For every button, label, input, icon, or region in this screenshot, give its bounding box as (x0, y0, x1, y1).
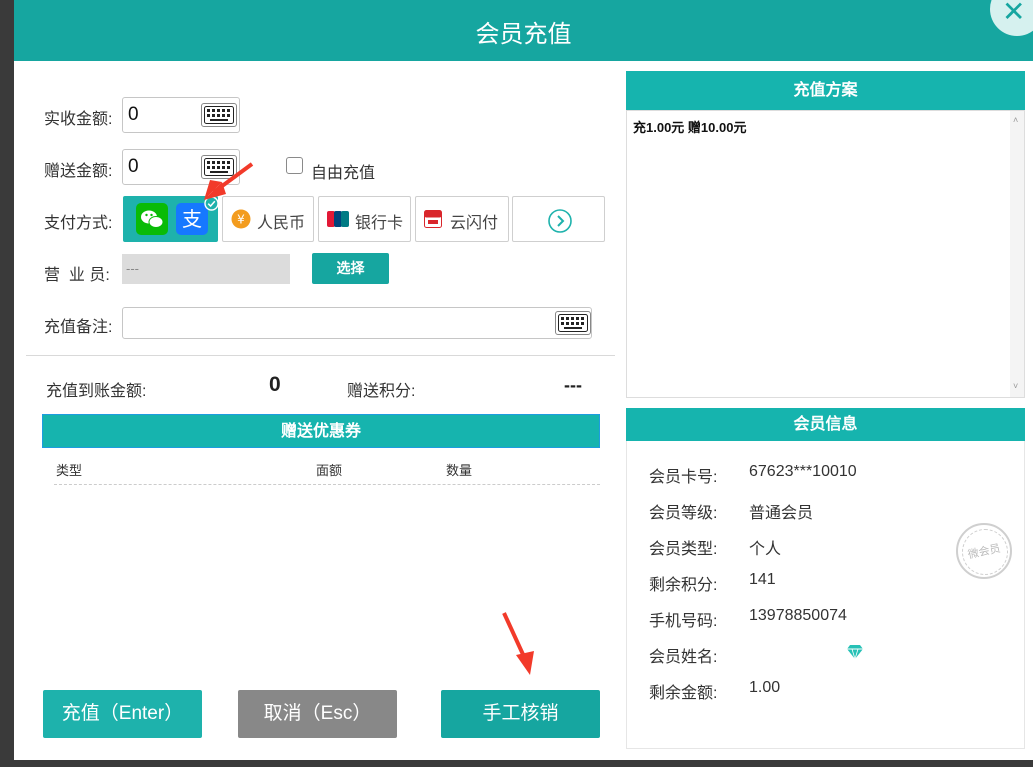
cancel-button[interactable]: 取消（Esc） (238, 690, 397, 738)
manual-writeoff-button[interactable]: 手工核销 (441, 690, 600, 738)
select-clerk-button[interactable]: 选择 (312, 253, 389, 284)
keyboard-icon[interactable] (201, 103, 237, 127)
free-recharge-checkbox[interactable] (286, 157, 303, 174)
scroll-up-icon[interactable]: ˄ (1013, 115, 1018, 125)
gift-amount-label: 赠送金额: (44, 163, 113, 180)
member-value: 141 (749, 571, 776, 588)
balance-value: 0 (269, 373, 281, 396)
plan-header: 充值方案 (626, 71, 1025, 110)
svg-text:¥: ¥ (237, 213, 245, 227)
title-bar: 会员充值 ✕ (14, 0, 1033, 61)
coupon-col-amount: 面额 (316, 463, 343, 478)
remark-input[interactable] (122, 307, 592, 339)
plan-scrollbar[interactable]: ˄ ˅ (1010, 111, 1024, 397)
member-value: 普通会员 (749, 505, 814, 522)
actual-amount-value: 0 (128, 104, 139, 125)
keyboard-icon[interactable] (555, 311, 591, 335)
wechat-icon (136, 203, 168, 235)
actual-amount-label: 实收金额: (44, 111, 113, 128)
remark-label: 充值备注: (44, 319, 113, 336)
quickpass-icon (424, 210, 442, 228)
annotation-arrow-icon (502, 612, 534, 675)
pay-method-quickpass[interactable]: 云闪付 (415, 196, 509, 242)
clerk-label-text: 营 业 员: (44, 267, 110, 284)
free-recharge-label: 自由充值 (311, 165, 376, 182)
member-key: 会员卡号: (649, 469, 718, 486)
gift-amount-value: 0 (128, 156, 139, 177)
pay-method-quickpass-label: 云闪付 (450, 215, 499, 232)
diamond-icon (847, 645, 863, 659)
member-key: 手机号码: (649, 613, 718, 630)
clerk-value: --- (126, 261, 139, 276)
clerk-label: 营 业 员: (44, 261, 110, 285)
coupon-table-divider (54, 484, 600, 485)
recharge-button[interactable]: 充值（Enter） (43, 690, 202, 738)
member-stamp: 微会员 (956, 523, 1012, 579)
member-value: 13978850074 (749, 607, 847, 624)
member-value: 67623***10010 (749, 463, 857, 480)
chevron-right-icon (548, 209, 572, 233)
points-value: --- (564, 375, 582, 395)
pay-method-bankcard[interactable]: 银行卡 (318, 196, 411, 242)
recharge-dialog: 会员充值 ✕ 实收金额: 0 赠送金额: 0 自由充值 支付方式: 支 ¥ 人民… (14, 0, 1033, 760)
dialog-title: 会员充值 (475, 21, 572, 48)
points-label: 赠送积分: (347, 383, 416, 400)
member-key: 会员姓名: (649, 649, 718, 666)
pay-method-label: 支付方式: (44, 215, 113, 232)
member-key: 会员等级: (649, 505, 718, 522)
svg-text:支: 支 (182, 207, 202, 231)
member-value: 1.00 (749, 679, 781, 696)
member-info-panel: 会员卡号: 67623***10010 会员等级: 普通会员 会员类型: 个人 … (626, 441, 1025, 749)
coupon-header: 赠送优惠券 (42, 414, 600, 448)
member-key: 会员类型: (649, 541, 718, 558)
pay-method-more-button[interactable] (512, 196, 605, 242)
member-value: 个人 (749, 541, 782, 558)
coupon-col-quantity: 数量 (446, 463, 473, 478)
member-key: 剩余金额: (649, 685, 718, 702)
member-header: 会员信息 (626, 408, 1025, 441)
close-icon: ✕ (1002, 0, 1026, 27)
clerk-field: --- (122, 254, 290, 284)
plan-item[interactable]: 充1.00元 赠10.00元 (633, 117, 746, 136)
pay-method-cash-label: 人民币 (257, 215, 306, 232)
pay-method-bankcard-label: 银行卡 (355, 215, 404, 232)
rmb-icon: ¥ (231, 209, 251, 229)
unionpay-icon (327, 211, 349, 227)
plan-list: 充1.00元 赠10.00元 ˄ ˅ (626, 110, 1025, 398)
member-key: 剩余积分: (649, 577, 718, 594)
scroll-down-icon[interactable]: ˅ (1013, 381, 1018, 391)
annotation-arrow-icon (204, 162, 254, 200)
actual-amount-input[interactable]: 0 (122, 97, 240, 133)
form-divider (26, 355, 615, 356)
balance-label: 充值到账金额: (46, 383, 147, 400)
coupon-col-type: 类型 (56, 463, 83, 478)
